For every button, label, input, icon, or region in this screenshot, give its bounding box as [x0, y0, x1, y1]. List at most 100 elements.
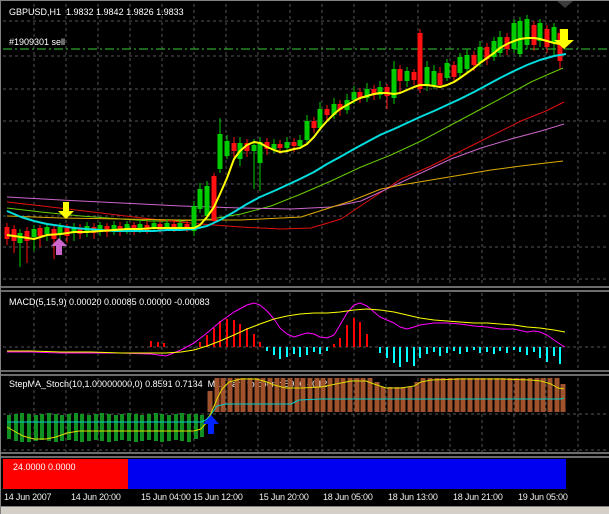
candle-body	[217, 134, 223, 169]
stepma-brown-bar	[220, 378, 226, 412]
stepma-brown-bar	[427, 378, 433, 412]
stepma-brown-bar	[254, 378, 260, 412]
stepma-brown-bar	[527, 378, 533, 412]
stepma-brown-bar	[274, 378, 280, 412]
stepma-green-bar	[127, 413, 131, 441]
slow-gold-line	[6, 160, 564, 221]
stepma-brown-bar	[240, 378, 246, 412]
time-axis-label: 18 Jun 13:00	[388, 492, 438, 502]
sell-signal-arrow-top-icon	[554, 29, 574, 49]
stepma-brown-bar	[320, 378, 326, 412]
stepma-green-bar	[134, 414, 138, 442]
candle-body	[517, 21, 523, 54]
stepma-brown-bar	[507, 378, 513, 412]
stepma-brown-bar	[520, 378, 526, 412]
stepma-brown-bar	[360, 378, 366, 412]
candle-body	[411, 72, 417, 80]
macd-signal-yellow-line	[7, 308, 566, 354]
stepma-brown-bar	[260, 378, 266, 412]
candle-body	[311, 121, 317, 128]
stepma-green-bar	[47, 413, 51, 441]
cursor-marker-icon	[557, 1, 573, 8]
stepma-brown-bar	[247, 378, 253, 412]
strip-values-label: 24.0000 0.0000	[13, 462, 76, 472]
stepma-green-bar	[120, 414, 124, 440]
stepma-brown-bar	[514, 378, 520, 412]
stepma-brown-bar	[307, 378, 313, 412]
stepma-brown-bar	[234, 378, 240, 412]
stepma-brown-bar	[494, 378, 500, 412]
candle-body	[397, 69, 403, 81]
stepma-green-bar	[20, 413, 24, 442]
stepma-green-bar	[14, 414, 18, 441]
candle-body	[471, 55, 477, 65]
candle-body	[204, 186, 210, 216]
time-axis-label: 15 Jun 20:00	[259, 492, 309, 502]
time-axis-label: 18 Jun 21:00	[453, 492, 503, 502]
stepma-brown-bar	[414, 382, 420, 412]
stepma-brown-bar	[474, 378, 480, 412]
candle-body	[251, 145, 257, 151]
time-axis-label: 14 Jun 2007	[4, 492, 52, 502]
stepma-brown-bar	[207, 391, 213, 412]
candle-body	[531, 25, 537, 45]
candle-body	[304, 121, 310, 140]
candle-body	[324, 109, 330, 115]
candle-body	[544, 29, 550, 47]
stepma-brown-bar	[540, 378, 546, 412]
stepma-green-bar	[167, 415, 171, 441]
candle-body	[404, 71, 410, 81]
stepma-brown-bar	[447, 378, 453, 412]
chart-canvas[interactable]	[1, 1, 609, 514]
candle-body	[317, 109, 323, 128]
candle-body	[44, 227, 50, 234]
stepma-brown-bar	[327, 378, 333, 412]
candle-body	[224, 141, 230, 156]
stepma-green-bar	[174, 414, 178, 440]
candle-body	[431, 71, 437, 85]
mt4-chart-window: GBPUSD,H1 1.9832 1.9842 1.9826 1.9833 #1…	[0, 0, 609, 514]
stepma-brown-bar	[500, 378, 506, 412]
stepma-brown-bar	[480, 378, 486, 412]
stepma-green-bar	[147, 414, 151, 440]
symbol-quote-label: GBPUSD,H1 1.9832 1.9842 1.9826 1.9833	[9, 7, 184, 17]
stepma-green-bar	[87, 415, 91, 441]
stepma-brown-bar	[294, 378, 300, 412]
stepma-brown-bar	[347, 378, 353, 412]
stepma-brown-bar	[374, 382, 380, 412]
stepma-brown-bar	[420, 378, 426, 412]
stepma-green-bar	[154, 413, 158, 441]
stepma-green-bar	[94, 414, 98, 440]
candle-body	[24, 231, 30, 241]
stepma-brown-bar	[467, 378, 473, 412]
time-axis[interactable]: 14 Jun 2007 14 Jun 20:00 15 Jun 04:00 15 Ju…	[1, 492, 609, 506]
stepma-brown-bar	[554, 378, 560, 412]
candle-body	[351, 92, 357, 100]
stepma-brown-bar	[354, 378, 360, 412]
candle-body	[457, 57, 463, 73]
candle-body	[417, 33, 423, 89]
candle-body	[197, 189, 203, 209]
stepma-green-bar	[54, 414, 58, 442]
stepma-green-bar	[194, 414, 198, 439]
time-axis-label: 18 Jun 05:00	[323, 492, 373, 502]
time-axis-label: 15 Jun 12:00	[193, 492, 243, 502]
stepma-brown-bar	[287, 378, 293, 412]
stepma-brown-bar	[300, 378, 306, 412]
stepma-green-bar	[160, 414, 164, 442]
candle-body	[444, 63, 450, 78]
stepma-brown-bar	[460, 378, 466, 412]
stepma-green-bar	[34, 415, 38, 441]
stepma-green-bar	[60, 415, 64, 441]
candle-body	[231, 143, 237, 151]
candle-body	[437, 73, 443, 85]
candle-body	[511, 23, 517, 49]
candle-body	[451, 65, 457, 77]
stepma-green-bar	[100, 413, 104, 441]
stepma-brown-bar	[454, 378, 460, 412]
candle-body	[211, 176, 217, 221]
candle-body	[384, 87, 390, 96]
stepma-brown-bar	[487, 378, 493, 412]
stepma-green-bar	[74, 413, 78, 441]
stepma-green-bar	[187, 414, 191, 442]
